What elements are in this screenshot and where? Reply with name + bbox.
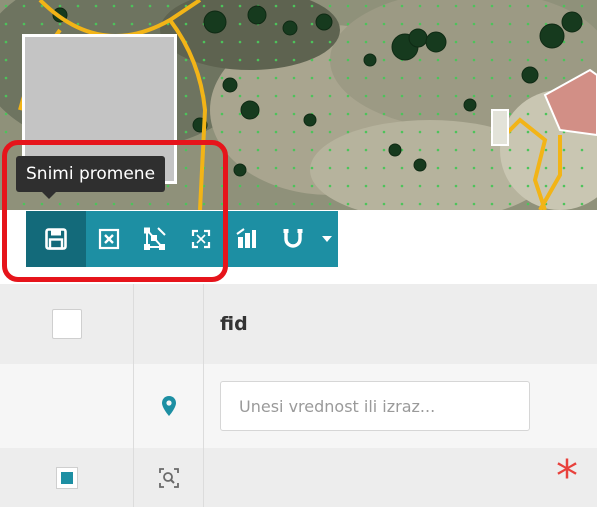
zoom-extent-icon xyxy=(191,229,211,249)
header-icon-cell xyxy=(134,284,204,364)
row-checkbox[interactable] xyxy=(55,466,78,489)
row-checkbox-fill xyxy=(60,471,73,484)
row-select-cell xyxy=(0,448,134,507)
toolbar-dropdown-button[interactable] xyxy=(316,211,338,267)
save-icon xyxy=(45,228,67,250)
tooltip-arrow xyxy=(42,192,56,199)
caret-down-icon xyxy=(322,236,332,242)
attribute-chart-button[interactable] xyxy=(224,211,270,267)
magnet-icon xyxy=(283,229,303,248)
save-button[interactable] xyxy=(26,211,86,267)
row-fid-cell xyxy=(204,448,597,507)
select-all-cell xyxy=(0,284,134,364)
vertex-edit-button[interactable] xyxy=(132,211,178,267)
vertex-edit-icon xyxy=(144,227,166,250)
chart-icon xyxy=(236,228,256,248)
select-all-checkbox[interactable] xyxy=(51,309,82,339)
filter-input-cell xyxy=(204,364,597,448)
column-header-fid[interactable]: fid xyxy=(204,284,597,364)
close-x-icon xyxy=(98,228,120,250)
save-tooltip: Snimi promene xyxy=(16,156,166,192)
snapping-button[interactable] xyxy=(270,211,316,267)
filter-icon-cell xyxy=(134,364,204,448)
new-row-marker: * xyxy=(556,451,578,502)
edit-toolbar xyxy=(26,211,338,267)
filter-input[interactable] xyxy=(220,381,530,431)
location-pin-icon[interactable] xyxy=(161,395,177,417)
zoom-to-feature-icon[interactable] xyxy=(158,467,180,489)
cancel-edits-button[interactable] xyxy=(86,211,132,267)
table-row[interactable] xyxy=(0,448,597,507)
table-header-row: fid xyxy=(0,284,597,364)
row-zoom-cell xyxy=(134,448,204,507)
filter-empty-cell xyxy=(0,364,134,448)
column-header-label: fid xyxy=(220,313,248,335)
zoom-extent-button[interactable] xyxy=(178,211,224,267)
table-filter-row xyxy=(0,364,597,448)
